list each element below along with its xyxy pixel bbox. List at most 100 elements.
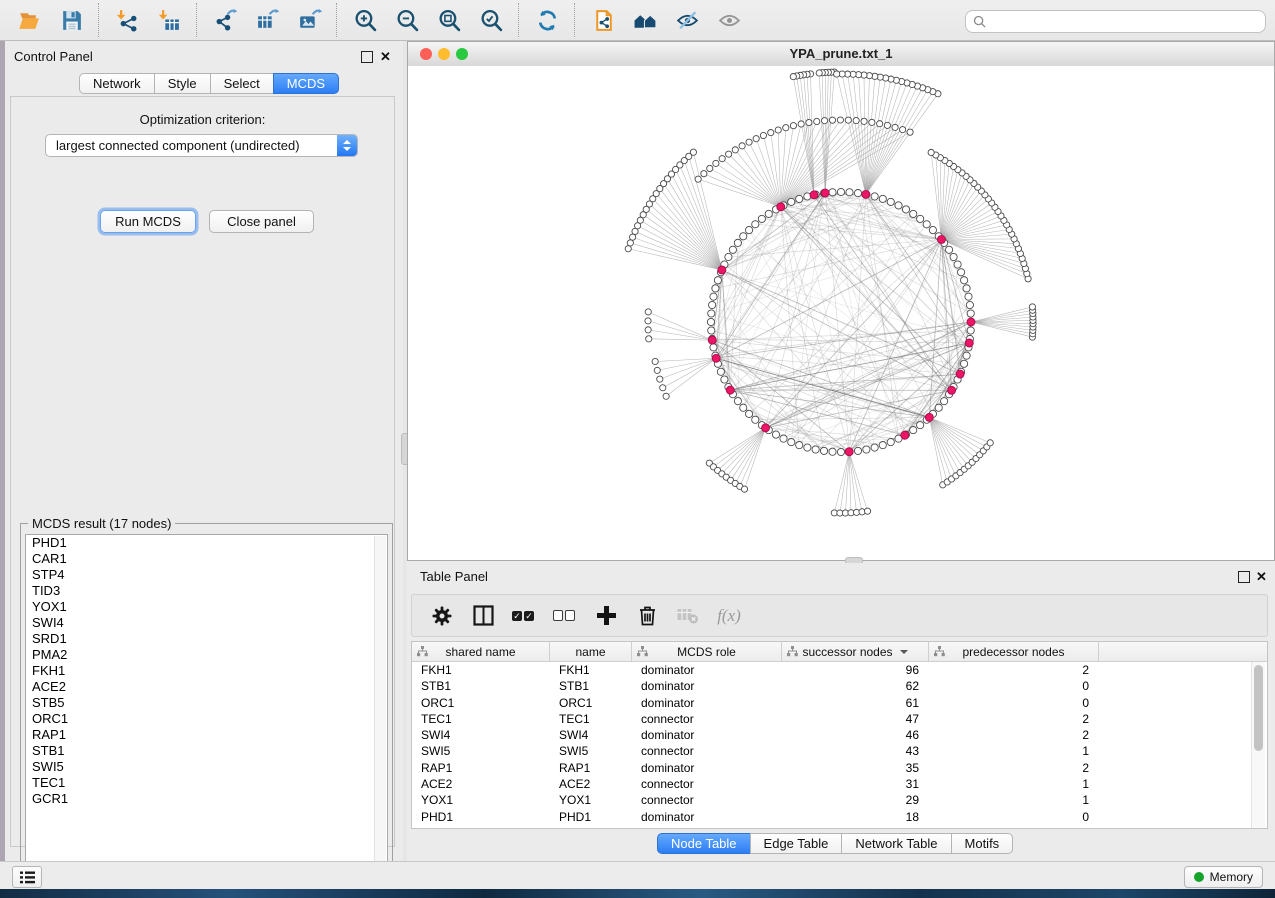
hide-selected-eye-slash-icon[interactable] bbox=[666, 0, 708, 40]
search-input[interactable] bbox=[986, 13, 1265, 31]
select-all-checkboxes-icon[interactable]: ✓✓ bbox=[512, 603, 536, 629]
close-table-panel-icon[interactable]: ✕ bbox=[1256, 570, 1267, 583]
add-column-plus-icon[interactable] bbox=[594, 603, 618, 629]
zoom-in-icon[interactable] bbox=[344, 0, 386, 40]
search-box bbox=[965, 10, 1266, 33]
mcds-result-item[interactable]: PHD1 bbox=[26, 535, 387, 551]
mcds-result-item[interactable]: STB1 bbox=[26, 743, 387, 759]
cell-successor-nodes: 61 bbox=[782, 695, 929, 711]
list-icon bbox=[20, 871, 35, 884]
optimization-criterion-label: Optimization criterion: bbox=[11, 112, 394, 127]
table-row[interactable]: RAP1RAP1dominator352 bbox=[412, 760, 1267, 776]
export-image-icon[interactable] bbox=[288, 0, 330, 40]
deselect-all-checkboxes-icon[interactable] bbox=[553, 603, 577, 629]
export-table-icon[interactable] bbox=[246, 0, 288, 40]
network-graph[interactable] bbox=[408, 66, 1274, 560]
sort-chevron-icon[interactable] bbox=[900, 650, 908, 654]
table-row[interactable]: SWI4SWI4dominator462 bbox=[412, 727, 1267, 743]
memory-label: Memory bbox=[1210, 870, 1253, 884]
network-window-titlebar[interactable]: YPA_prune.txt_1 bbox=[408, 42, 1274, 67]
column-header-MCDS-role[interactable]: MCDS role bbox=[632, 642, 782, 661]
mcds-result-item[interactable]: ORC1 bbox=[26, 711, 387, 727]
mcds-result-item[interactable]: TID3 bbox=[26, 583, 387, 599]
column-header-shared-name[interactable]: shared name bbox=[412, 642, 550, 661]
float-panel-icon[interactable] bbox=[361, 51, 373, 63]
table-row[interactable]: SWI5SWI5connector431 bbox=[412, 743, 1267, 759]
cell-shared-name: STB1 bbox=[412, 678, 550, 694]
show-all-eye-icon[interactable] bbox=[708, 0, 750, 40]
mcds-result-item[interactable]: PMA2 bbox=[26, 647, 387, 663]
cell-predecessor-nodes: 1 bbox=[929, 776, 1099, 792]
toggle-panel-columns-icon[interactable] bbox=[471, 603, 495, 629]
tab-network[interactable]: Network bbox=[79, 73, 155, 94]
cell-MCDS-role: connector bbox=[632, 792, 782, 808]
column-header-name[interactable]: name bbox=[550, 642, 632, 661]
tab-edge-table[interactable]: Edge Table bbox=[750, 833, 843, 854]
run-mcds-button[interactable]: Run MCDS bbox=[100, 210, 196, 233]
cell-name: FKH1 bbox=[550, 662, 632, 678]
mcds-result-item[interactable]: STB5 bbox=[26, 695, 387, 711]
cell-predecessor-nodes: 0 bbox=[929, 678, 1099, 694]
mcds-result-item[interactable]: FKH1 bbox=[26, 663, 387, 679]
column-header-predecessor-nodes[interactable]: predecessor nodes bbox=[929, 642, 1099, 661]
mcds-result-item[interactable]: SRD1 bbox=[26, 631, 387, 647]
refresh-icon[interactable] bbox=[526, 0, 568, 40]
zoom-out-icon[interactable] bbox=[386, 0, 428, 40]
network-list-button[interactable] bbox=[12, 866, 42, 888]
zoom-fit-icon[interactable] bbox=[428, 0, 470, 40]
tab-style[interactable]: Style bbox=[154, 73, 211, 94]
table-row[interactable]: PHD1PHD1dominator180 bbox=[412, 809, 1267, 825]
mcds-result-item[interactable]: YOX1 bbox=[26, 599, 387, 615]
open-session-icon[interactable] bbox=[8, 0, 50, 40]
mcds-result-item[interactable]: SWI5 bbox=[26, 759, 387, 775]
export-network-icon[interactable] bbox=[204, 0, 246, 40]
tab-mcds[interactable]: MCDS bbox=[273, 73, 339, 94]
memory-button[interactable]: Memory bbox=[1184, 866, 1263, 888]
toolbar-separator bbox=[98, 3, 100, 37]
delete-columns-trash-icon[interactable] bbox=[635, 603, 659, 629]
mcds-result-item[interactable]: STP4 bbox=[26, 567, 387, 583]
network-view-window: YPA_prune.txt_1 bbox=[407, 41, 1275, 561]
close-panel-button[interactable]: Close panel bbox=[209, 210, 314, 233]
cell-predecessor-nodes: 1 bbox=[929, 743, 1099, 759]
table-row[interactable]: FKH1FKH1dominator962 bbox=[412, 662, 1267, 678]
column-header-successor-nodes[interactable]: successor nodes bbox=[782, 642, 929, 661]
cell-successor-nodes: 47 bbox=[782, 711, 929, 727]
table-settings-gear-icon[interactable] bbox=[430, 603, 454, 629]
close-panel-icon[interactable]: ✕ bbox=[380, 50, 391, 63]
tab-node-table[interactable]: Node Table bbox=[657, 833, 751, 854]
toolbar-separator bbox=[336, 3, 338, 37]
table-row[interactable]: ORC1ORC1dominator610 bbox=[412, 695, 1267, 711]
mcds-result-item[interactable]: GCR1 bbox=[26, 791, 387, 807]
duplicate-network-icon[interactable] bbox=[582, 0, 624, 40]
cell-predecessor-nodes: 2 bbox=[929, 662, 1099, 678]
first-neighbors-icon[interactable] bbox=[624, 0, 666, 40]
table-scrollbar-thumb[interactable] bbox=[1254, 665, 1263, 751]
table-row[interactable]: YOX1YOX1connector291 bbox=[412, 792, 1267, 808]
tab-motifs[interactable]: Motifs bbox=[951, 833, 1014, 854]
float-table-panel-icon[interactable] bbox=[1238, 571, 1250, 583]
table-row[interactable]: TEC1TEC1connector472 bbox=[412, 711, 1267, 727]
control-panel-title: Control Panel bbox=[14, 49, 93, 64]
table-row[interactable]: ACE2ACE2connector311 bbox=[412, 776, 1267, 792]
cell-predecessor-nodes: 0 bbox=[929, 809, 1099, 825]
node-table: shared namenameMCDS rolesuccessor nodesp… bbox=[411, 641, 1268, 829]
optimization-dropdown[interactable]: largest connected component (undirected) bbox=[45, 134, 358, 157]
list-scrollbar-track[interactable] bbox=[374, 536, 386, 888]
mcds-result-item[interactable]: CAR1 bbox=[26, 551, 387, 567]
import-network-icon[interactable] bbox=[106, 0, 148, 40]
table-row[interactable]: STB1STB1dominator620 bbox=[412, 678, 1267, 694]
table-scrollbar-track[interactable] bbox=[1251, 662, 1265, 828]
mcds-result-item[interactable]: RAP1 bbox=[26, 727, 387, 743]
mcds-result-item[interactable]: SWI4 bbox=[26, 615, 387, 631]
mcds-result-item[interactable]: ACE2 bbox=[26, 679, 387, 695]
cell-name: RAP1 bbox=[550, 760, 632, 776]
save-session-icon[interactable] bbox=[50, 0, 92, 40]
cell-MCDS-role: connector bbox=[632, 711, 782, 727]
import-table-icon[interactable] bbox=[148, 0, 190, 40]
tab-network-table[interactable]: Network Table bbox=[841, 833, 951, 854]
tab-select[interactable]: Select bbox=[210, 73, 274, 94]
mcds-result-item[interactable]: TEC1 bbox=[26, 775, 387, 791]
zoom-selected-icon[interactable] bbox=[470, 0, 512, 40]
network-canvas[interactable] bbox=[408, 66, 1274, 560]
